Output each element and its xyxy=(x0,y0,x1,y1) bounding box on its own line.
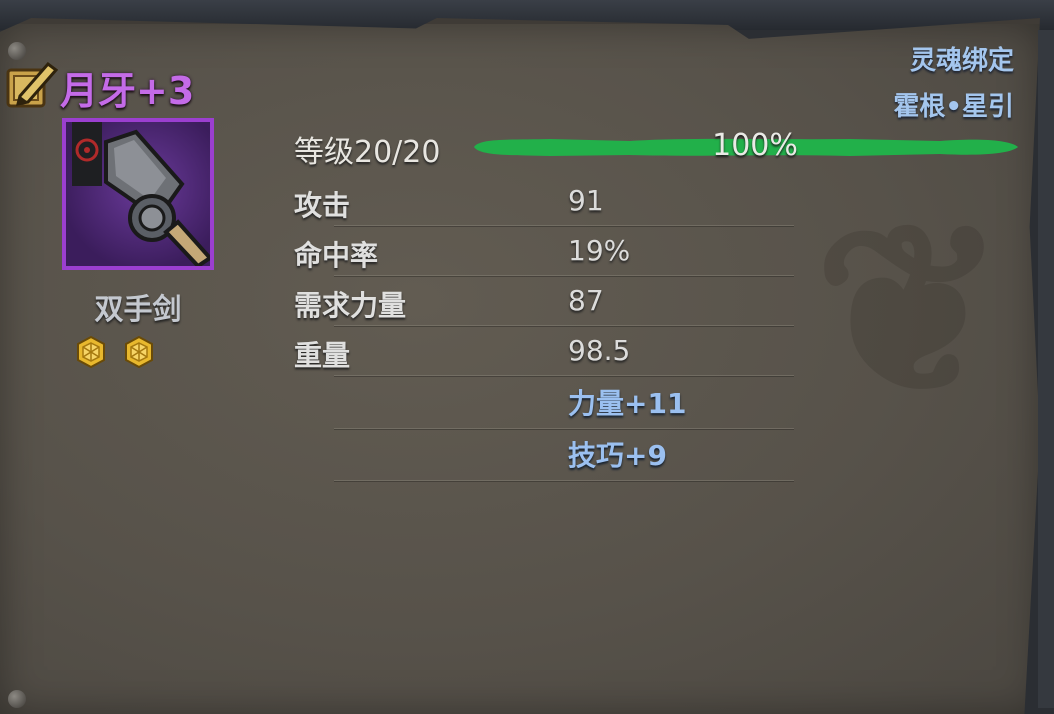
rivet-icon xyxy=(8,690,26,708)
item-source-tag: 霍根•星引 xyxy=(893,92,1014,122)
gold-gem-icon xyxy=(75,335,107,369)
item-icon[interactable] xyxy=(62,118,214,270)
item-name: 月牙+3 xyxy=(60,69,195,113)
divider xyxy=(334,375,794,376)
level-percent: 100% xyxy=(712,128,798,163)
stat-label: 攻击 xyxy=(294,189,351,222)
item-type: 双手剑 xyxy=(94,292,182,326)
stat-value: 91 xyxy=(568,184,604,217)
bonus-strength: 力量+11 xyxy=(568,387,687,420)
bonus-dexterity: 技巧+9 xyxy=(568,439,667,472)
stat-value: 19% xyxy=(568,234,631,267)
stat-value: 98.5 xyxy=(568,334,631,367)
watermark-emblem: ❦ xyxy=(813,175,1007,445)
soul-bind-tag: 灵魂绑定 xyxy=(909,46,1014,76)
two-handed-sword-icon xyxy=(72,122,210,266)
stat-row-accuracy: 命中率 19% xyxy=(294,226,794,276)
stat-label: 命中率 xyxy=(294,239,379,272)
edit-pencil-icon[interactable] xyxy=(2,56,59,112)
stat-row-attack: 攻击 91 xyxy=(294,176,794,226)
panel-edge xyxy=(1038,30,1054,708)
stat-row-weight: 重量 98.5 xyxy=(294,326,794,376)
divider xyxy=(334,428,794,429)
gold-gem-icon xyxy=(123,335,155,369)
stat-row-strength-req: 需求力量 87 xyxy=(294,276,794,326)
divider xyxy=(334,480,794,481)
stat-label: 需求力量 xyxy=(294,289,407,322)
stat-label: 重量 xyxy=(294,339,351,372)
level-label: 等级20/20 xyxy=(294,135,441,170)
stat-value: 87 xyxy=(568,284,604,317)
